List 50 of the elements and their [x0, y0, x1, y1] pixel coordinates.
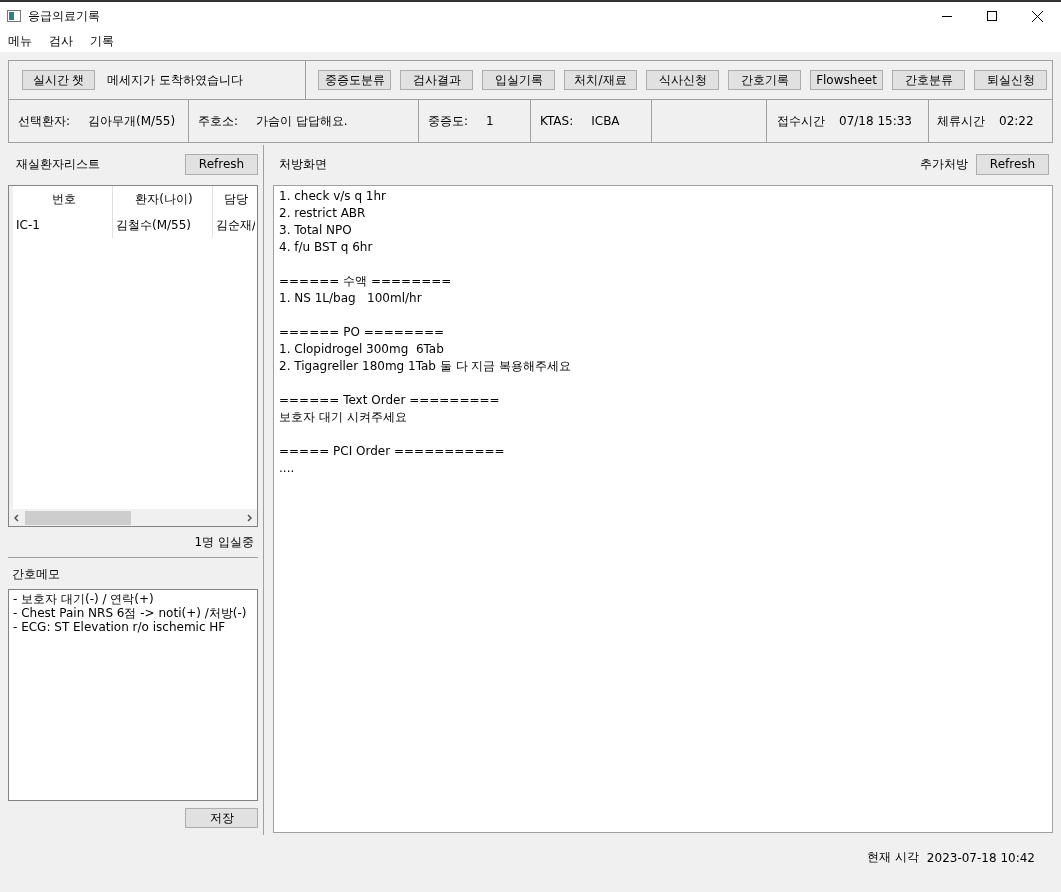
prescription-field[interactable]: 1. check v/s q 1hr 2. restrict ABR 3. Total NPO 4. f/u BST q 6hr ====== 수액 ======== 1. NS 1L/bag 100ml/hr ====== PO ======== 1. Clopidrogel 300mg 6Tab 2. Tigagreller 180mg 1Tab 둘 다 지금 복용해주세요 ====== Text Order ========= 보호자 대기 시켜주세요 ===== PCI Order =========== ....: [273, 185, 1053, 833]
refresh-button[interactable]: Refresh: [976, 153, 1049, 175]
app-icon: [7, 10, 21, 22]
toolbar-button[interactable]: 중증도분류: [318, 70, 391, 90]
column-header: 담당: [222, 190, 249, 208]
toolbar-button[interactable]: 퇴실신청: [974, 70, 1047, 90]
toolbar-button[interactable]: 간호분류: [892, 70, 965, 90]
toolbar-button[interactable]: 검사결과: [400, 70, 473, 90]
info-label: 중증도:: [428, 112, 469, 130]
info-label: 접수시간: [777, 112, 825, 130]
chat-message: 메세지가 도착하였습니다: [107, 71, 243, 89]
info-value: ICBA: [591, 114, 620, 128]
window-title: 응급의료기록: [28, 7, 100, 25]
save-button[interactable]: 저장: [185, 808, 258, 828]
toolbar-button[interactable]: 처치/재료: [564, 70, 637, 90]
patient-count: 1명 입실중: [194, 533, 254, 551]
menu-item[interactable]: 메뉴: [8, 32, 32, 50]
scroll-right-icon[interactable]: [245, 513, 253, 522]
info-label: KTAS:: [540, 114, 574, 128]
info-value: 김아무개(M/55): [88, 112, 176, 130]
clock-label: 현재 시각: [867, 849, 919, 866]
refresh-button[interactable]: Refresh: [185, 153, 258, 175]
info-label: 주호소:: [198, 112, 239, 130]
chat-button[interactable]: 실시간 챗: [22, 70, 95, 90]
table-cell[interactable]: IC-1: [13, 212, 113, 238]
panel-title: 재실환자리스트: [16, 155, 100, 173]
column-header: 환자(나이): [113, 186, 213, 212]
scroll-left-icon[interactable]: [13, 513, 21, 522]
memo-title: 간호메모: [11, 566, 61, 583]
extra-order-label: 추가처방: [920, 155, 968, 173]
info-value: 1: [486, 114, 494, 128]
menu-item[interactable]: 검사: [49, 32, 73, 50]
toolbar-button[interactable]: Flowsheet: [810, 70, 883, 90]
clock-time: 2023-07-18 10:42: [926, 850, 1035, 865]
panel-title: 처방화면: [279, 155, 327, 173]
column-header: 번호: [13, 186, 113, 212]
menu-item[interactable]: 기록: [90, 32, 114, 50]
table-cell[interactable]: 김철수(M/55): [113, 212, 213, 238]
memo-field[interactable]: - 보호자 대기(-) / 연락(+) - Chest Pain NRS 6점 -> noti(+) /처방(-) - ECG: ST Elevation r/o ischemic HF: [8, 589, 258, 801]
maximize-icon[interactable]: [987, 11, 997, 21]
toolbar-button[interactable]: 식사신청: [646, 70, 719, 90]
toolbar-button[interactable]: 간호기록: [728, 70, 801, 90]
info-label: 체류시간: [937, 112, 985, 130]
info-value: 07/18 15:33: [839, 114, 912, 128]
close-icon[interactable]: [1032, 10, 1043, 22]
info-label: 선택환자:: [18, 112, 71, 130]
horizontal-scrollbar[interactable]: [9, 509, 257, 526]
info-value: 02:22: [999, 114, 1034, 128]
info-value: 가슴이 답답해요.: [256, 112, 348, 130]
toolbar-button[interactable]: 입실기록: [482, 70, 555, 90]
